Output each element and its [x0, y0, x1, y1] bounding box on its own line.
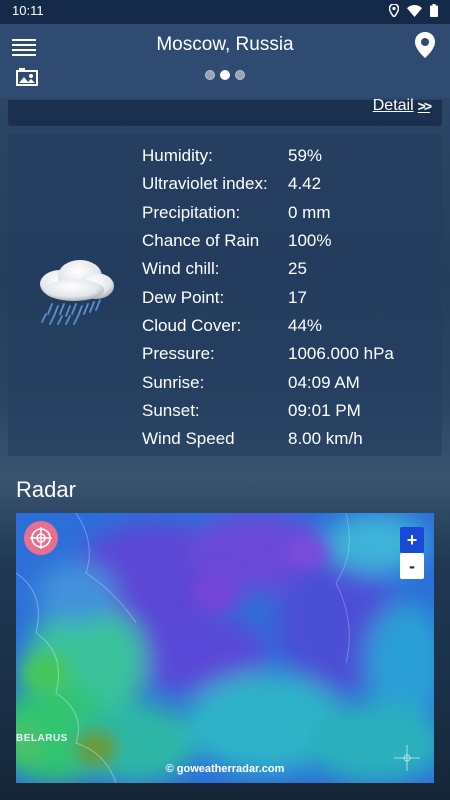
detail-label: Ultraviolet index: — [142, 174, 268, 194]
location-status-icon — [389, 4, 399, 17]
radar-target-icon[interactable] — [24, 521, 58, 555]
weather-details-card: Humidity: 59% Ultraviolet index: 4.42 Pr… — [8, 134, 442, 456]
detail-value: 04:09 AM — [288, 372, 360, 392]
detail-row-precipitation: Precipitation: 0 mm — [142, 199, 394, 227]
detail-label: Humidity: — [142, 146, 213, 166]
detail-link[interactable]: Detail >> — [373, 97, 432, 115]
zoom-in-button[interactable]: + — [400, 527, 424, 553]
detail-value: 17 — [288, 287, 307, 307]
detail-label[interactable]: Detail — [373, 97, 414, 115]
detail-value: 1006.000 hPa — [288, 344, 394, 364]
detail-value: 0 mm — [288, 202, 331, 222]
chevron-right-icon: >> — [417, 98, 432, 114]
detail-label: Precipitation: — [142, 202, 241, 222]
detail-label: Dew Point: — [142, 287, 225, 307]
detail-label: Wind Speed — [142, 429, 235, 449]
detail-value: 100% — [288, 231, 332, 251]
app-bar: Moscow, Russia — [0, 24, 450, 98]
detail-label: Sunset: — [142, 400, 200, 420]
detail-label: Sunrise: — [142, 372, 205, 392]
page-dot[interactable] — [235, 70, 245, 80]
radar-precipitation-layer — [16, 513, 434, 783]
page-dot-active[interactable] — [220, 70, 230, 80]
page-dot[interactable] — [205, 70, 215, 80]
battery-icon — [430, 4, 438, 17]
detail-row-sunrise: Sunrise: 04:09 AM — [142, 368, 394, 396]
map-country-label: BELARUS — [16, 733, 68, 744]
detail-row-pressure: Pressure: 1006.000 hPa — [142, 340, 394, 368]
status-bar: 10:11 — [0, 0, 450, 24]
detail-label: Wind chill: — [142, 259, 220, 279]
detail-row-uv: Ultraviolet index: 4.42 — [142, 170, 394, 198]
location-pin-icon[interactable] — [414, 32, 436, 58]
rain-cloud-icon — [40, 260, 114, 325]
radar-title: Radar — [16, 477, 76, 502]
crosshair-icon — [394, 745, 420, 771]
detail-value: 59% — [288, 146, 323, 166]
page-indicator — [0, 70, 450, 80]
wifi-icon — [407, 4, 422, 17]
detail-value: 8.00 km/h — [288, 429, 363, 449]
detail-label: Pressure: — [142, 344, 215, 364]
location-title[interactable]: Moscow, Russia — [0, 34, 450, 56]
detail-row-dew-point: Dew Point: 17 — [142, 283, 394, 311]
detail-value: 44% — [288, 315, 323, 335]
detail-row-cloud-cover: Cloud Cover: 44% — [142, 312, 394, 340]
detail-label: Chance of Rain — [142, 231, 260, 251]
details-list: Humidity: 59% Ultraviolet index: 4.42 Pr… — [142, 142, 394, 453]
status-icons — [389, 4, 438, 17]
detail-value: 25 — [288, 259, 307, 279]
zoom-out-button[interactable]: - — [400, 553, 424, 579]
detail-value: 4.42 — [288, 174, 322, 194]
map-credit[interactable]: © goweatherradar.com — [16, 763, 434, 775]
detail-row-wind-speed: Wind Speed 8.00 km/h — [142, 425, 394, 453]
detail-value: 09:01 PM — [288, 400, 361, 420]
summary-card: Detail >> — [8, 97, 442, 126]
detail-row-wind-chill: Wind chill: 25 — [142, 255, 394, 283]
status-time: 10:11 — [12, 3, 44, 18]
radar-map[interactable]: + - BELARUS © goweatherradar.com — [16, 513, 434, 783]
detail-row-humidity: Humidity: 59% — [142, 142, 394, 170]
detail-label: Cloud Cover: — [142, 315, 242, 335]
detail-row-sunset: Sunset: 09:01 PM — [142, 397, 394, 425]
detail-row-chance-of-rain: Chance of Rain 100% — [142, 227, 394, 255]
